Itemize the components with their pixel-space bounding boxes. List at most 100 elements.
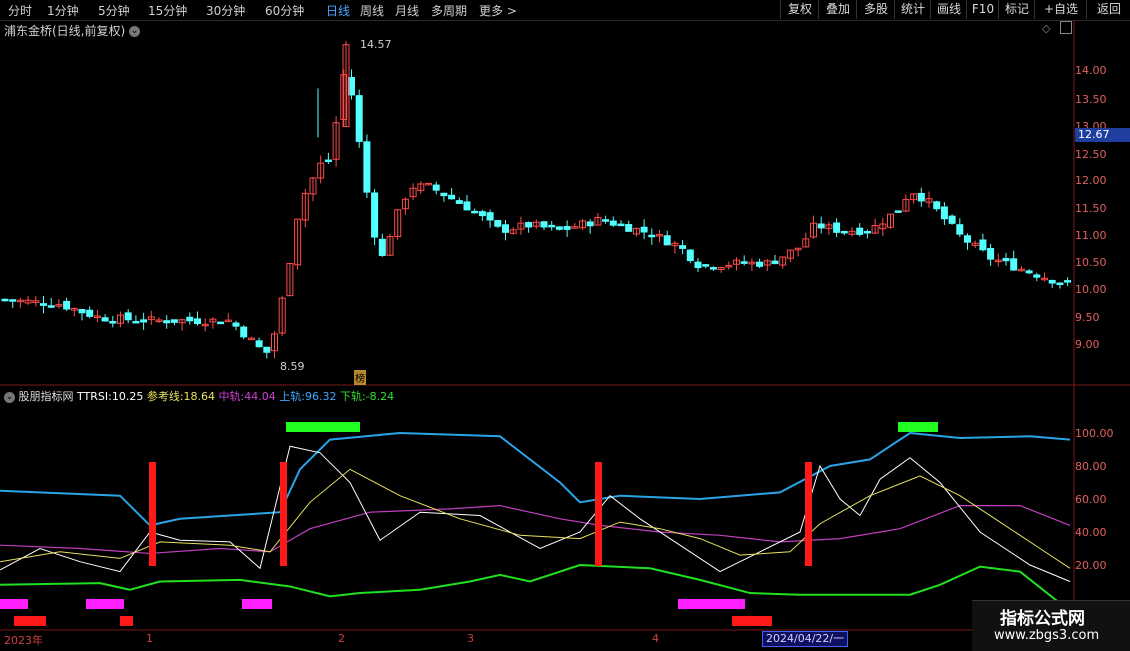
- list-tag-icon[interactable]: 榜: [354, 370, 366, 385]
- candle-body: [355, 95, 363, 142]
- lower-value: -8.24: [365, 390, 395, 403]
- date-month: 4: [652, 632, 659, 645]
- red-signal-block: [732, 616, 772, 626]
- candle-body: [86, 309, 94, 317]
- date-month: 2: [338, 632, 345, 645]
- candle-body: [686, 249, 694, 262]
- magenta-signal-block: [0, 599, 28, 609]
- watermark-url: www.zbgs3.com: [994, 628, 1100, 643]
- lower-band-line: [0, 563, 1071, 612]
- kline-chart: [0, 20, 1130, 631]
- upper-label: 上轨:: [279, 390, 305, 403]
- candle-body: [463, 201, 471, 211]
- date-cursor-label: 2024/04/22/一: [762, 631, 849, 647]
- candle-body: [124, 312, 132, 321]
- candle-body: [432, 184, 440, 191]
- candle-body: [471, 210, 479, 214]
- candle-body: [455, 200, 463, 204]
- signal-bar: [805, 462, 812, 566]
- price-tick: 11.00: [1075, 229, 1107, 242]
- candle-body: [78, 309, 86, 314]
- candle-body: [47, 305, 55, 308]
- candle-body: [502, 224, 509, 233]
- ref-label: 参考线:: [146, 390, 184, 403]
- price-tick: 11.50: [1075, 202, 1107, 215]
- price-tick: 12.00: [1075, 174, 1107, 187]
- ind-tick: 80.00: [1075, 460, 1107, 473]
- ttrsi-label: TTRSI:: [77, 390, 112, 403]
- top-signal-block: [898, 422, 938, 432]
- candle-body: [987, 247, 995, 260]
- signal-bar: [595, 462, 602, 566]
- candle-body: [255, 340, 263, 348]
- mid-label: 中轨:: [218, 390, 245, 403]
- price-tick: 9.50: [1075, 311, 1100, 324]
- candle-body: [756, 261, 764, 267]
- date-month: 1: [146, 632, 153, 645]
- candle-body: [863, 230, 871, 234]
- price-tick: 10.50: [1075, 256, 1107, 269]
- candle-body: [232, 322, 240, 327]
- ind-tick: 20.00: [1075, 559, 1107, 572]
- candle-body: [240, 326, 248, 338]
- magenta-signal-block: [86, 599, 124, 609]
- candle-body: [140, 319, 148, 323]
- candle-body: [933, 201, 941, 210]
- candle-body: [602, 219, 610, 222]
- candle-body: [771, 260, 779, 265]
- mid-value: 44.04: [244, 390, 276, 403]
- candle-body: [1, 298, 9, 302]
- candle-body: [586, 221, 594, 227]
- indicator-name: 股朋指标网: [18, 390, 74, 403]
- ind-tick: 100.00: [1075, 427, 1114, 440]
- chevron-down-icon[interactable]: ⌄: [4, 391, 15, 403]
- ind-tick: 60.00: [1075, 493, 1107, 506]
- candle-body: [486, 212, 494, 221]
- candle-body: [817, 223, 825, 229]
- signal-bar: [280, 462, 287, 566]
- candle-body: [548, 224, 556, 228]
- candle-body: [1064, 280, 1072, 283]
- candle-body: [617, 223, 625, 227]
- candle-body: [833, 222, 841, 233]
- candle-body: [940, 206, 948, 220]
- price-tick: 10.00: [1075, 283, 1107, 296]
- candle-body: [217, 321, 225, 325]
- candle-body: [263, 346, 271, 353]
- candle-body: [378, 238, 386, 256]
- candle-body: [109, 321, 117, 324]
- watermark-name: 指标公式网: [1000, 609, 1085, 629]
- candle-body: [1048, 279, 1056, 284]
- red-signal-block: [14, 616, 46, 626]
- candle-body: [979, 239, 987, 251]
- low-price-label: 8.59: [280, 360, 305, 373]
- candle-body: [609, 220, 617, 226]
- ind-tick: 40.00: [1075, 526, 1107, 539]
- candle-body: [663, 235, 671, 246]
- candle-body: [40, 303, 47, 306]
- candle-body: [525, 222, 533, 228]
- candle-body: [555, 226, 563, 230]
- reference-line: [0, 468, 1071, 569]
- candle-body: [840, 230, 848, 234]
- candle-body: [1010, 258, 1018, 271]
- upper-value: 96.32: [304, 390, 337, 403]
- candle-body: [917, 192, 925, 202]
- date-month: 3: [467, 632, 474, 645]
- candle-body: [163, 320, 171, 324]
- red-signal-block: [120, 616, 133, 626]
- candle-body: [132, 320, 140, 324]
- current-price-tag: 12.67: [1075, 128, 1130, 142]
- candle-body: [9, 299, 17, 302]
- candle-body: [194, 318, 201, 325]
- candle-body: [324, 159, 332, 163]
- candle-body: [1025, 270, 1033, 274]
- candle-body: [1033, 274, 1041, 278]
- lower-label: 下轨:: [339, 390, 366, 403]
- ttrsi-value: 10.25: [111, 390, 144, 403]
- candle-body: [702, 264, 710, 267]
- candle-body: [186, 316, 194, 322]
- candle-body: [694, 261, 702, 269]
- top-signal-block: [286, 422, 360, 432]
- candle-body: [170, 319, 178, 323]
